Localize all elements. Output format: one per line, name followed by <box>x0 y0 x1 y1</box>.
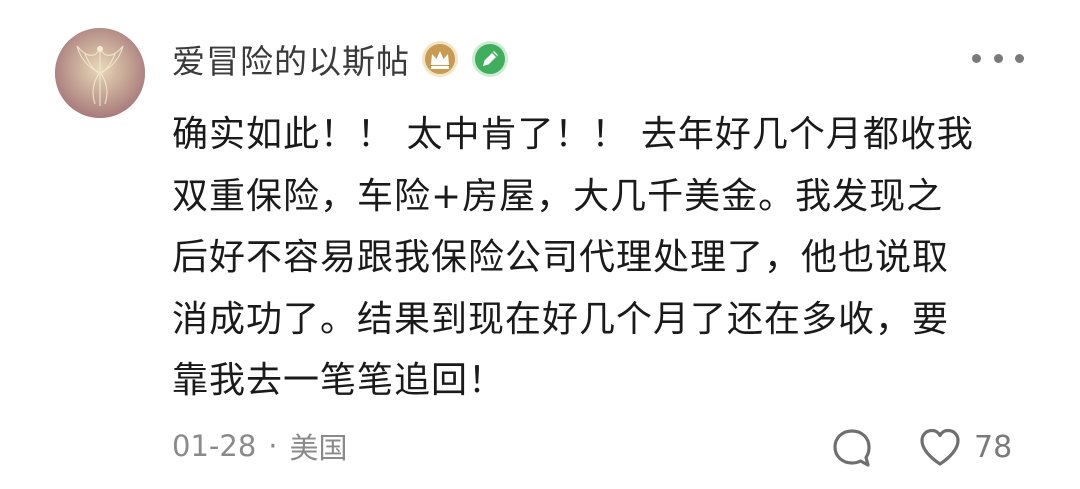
like-button[interactable]: 78 <box>918 424 1012 470</box>
comment-line: 确实如此！！ 太中肯了！！ 去年好几个月都收我 <box>172 114 974 155</box>
comment-bubble-icon <box>833 429 871 467</box>
comment-location: 美国 <box>289 431 348 465</box>
like-count: 78 <box>974 429 1013 465</box>
comment-line: 后好不容易跟我保险公司代理处理了，他也说取 <box>172 237 950 278</box>
meta-separator: · <box>268 429 278 463</box>
comment-line: 消成功了。结果到现在好几个月了还在多收，要 <box>172 298 950 340</box>
comment-date: 01-28 <box>172 429 257 463</box>
crown-badge-icon[interactable] <box>420 39 460 79</box>
comment-text: 确实如此！！ 太中肯了！！ 去年好几个月都收我 双重保险，车险+房屋，大几千美金… <box>172 104 1032 412</box>
pencil-badge-icon[interactable] <box>470 39 510 79</box>
more-options-button[interactable] <box>972 46 1024 70</box>
avatar[interactable] <box>55 28 145 118</box>
comment-line: 双重保险，车险+房屋，大几千美金。我发现之 <box>172 175 944 217</box>
comment-meta: 01-28 · 美国 <box>172 424 348 468</box>
heart-icon <box>918 426 962 468</box>
reply-button[interactable] <box>830 426 874 470</box>
username[interactable]: 爱冒险的以斯帖 <box>172 35 410 83</box>
comment-line: 靠我去一笔笔追回！ <box>172 360 506 401</box>
more-dots-icon <box>972 53 981 63</box>
comment-header: 爱冒险的以斯帖 <box>172 34 510 84</box>
phoenix-avatar-image <box>55 28 145 118</box>
